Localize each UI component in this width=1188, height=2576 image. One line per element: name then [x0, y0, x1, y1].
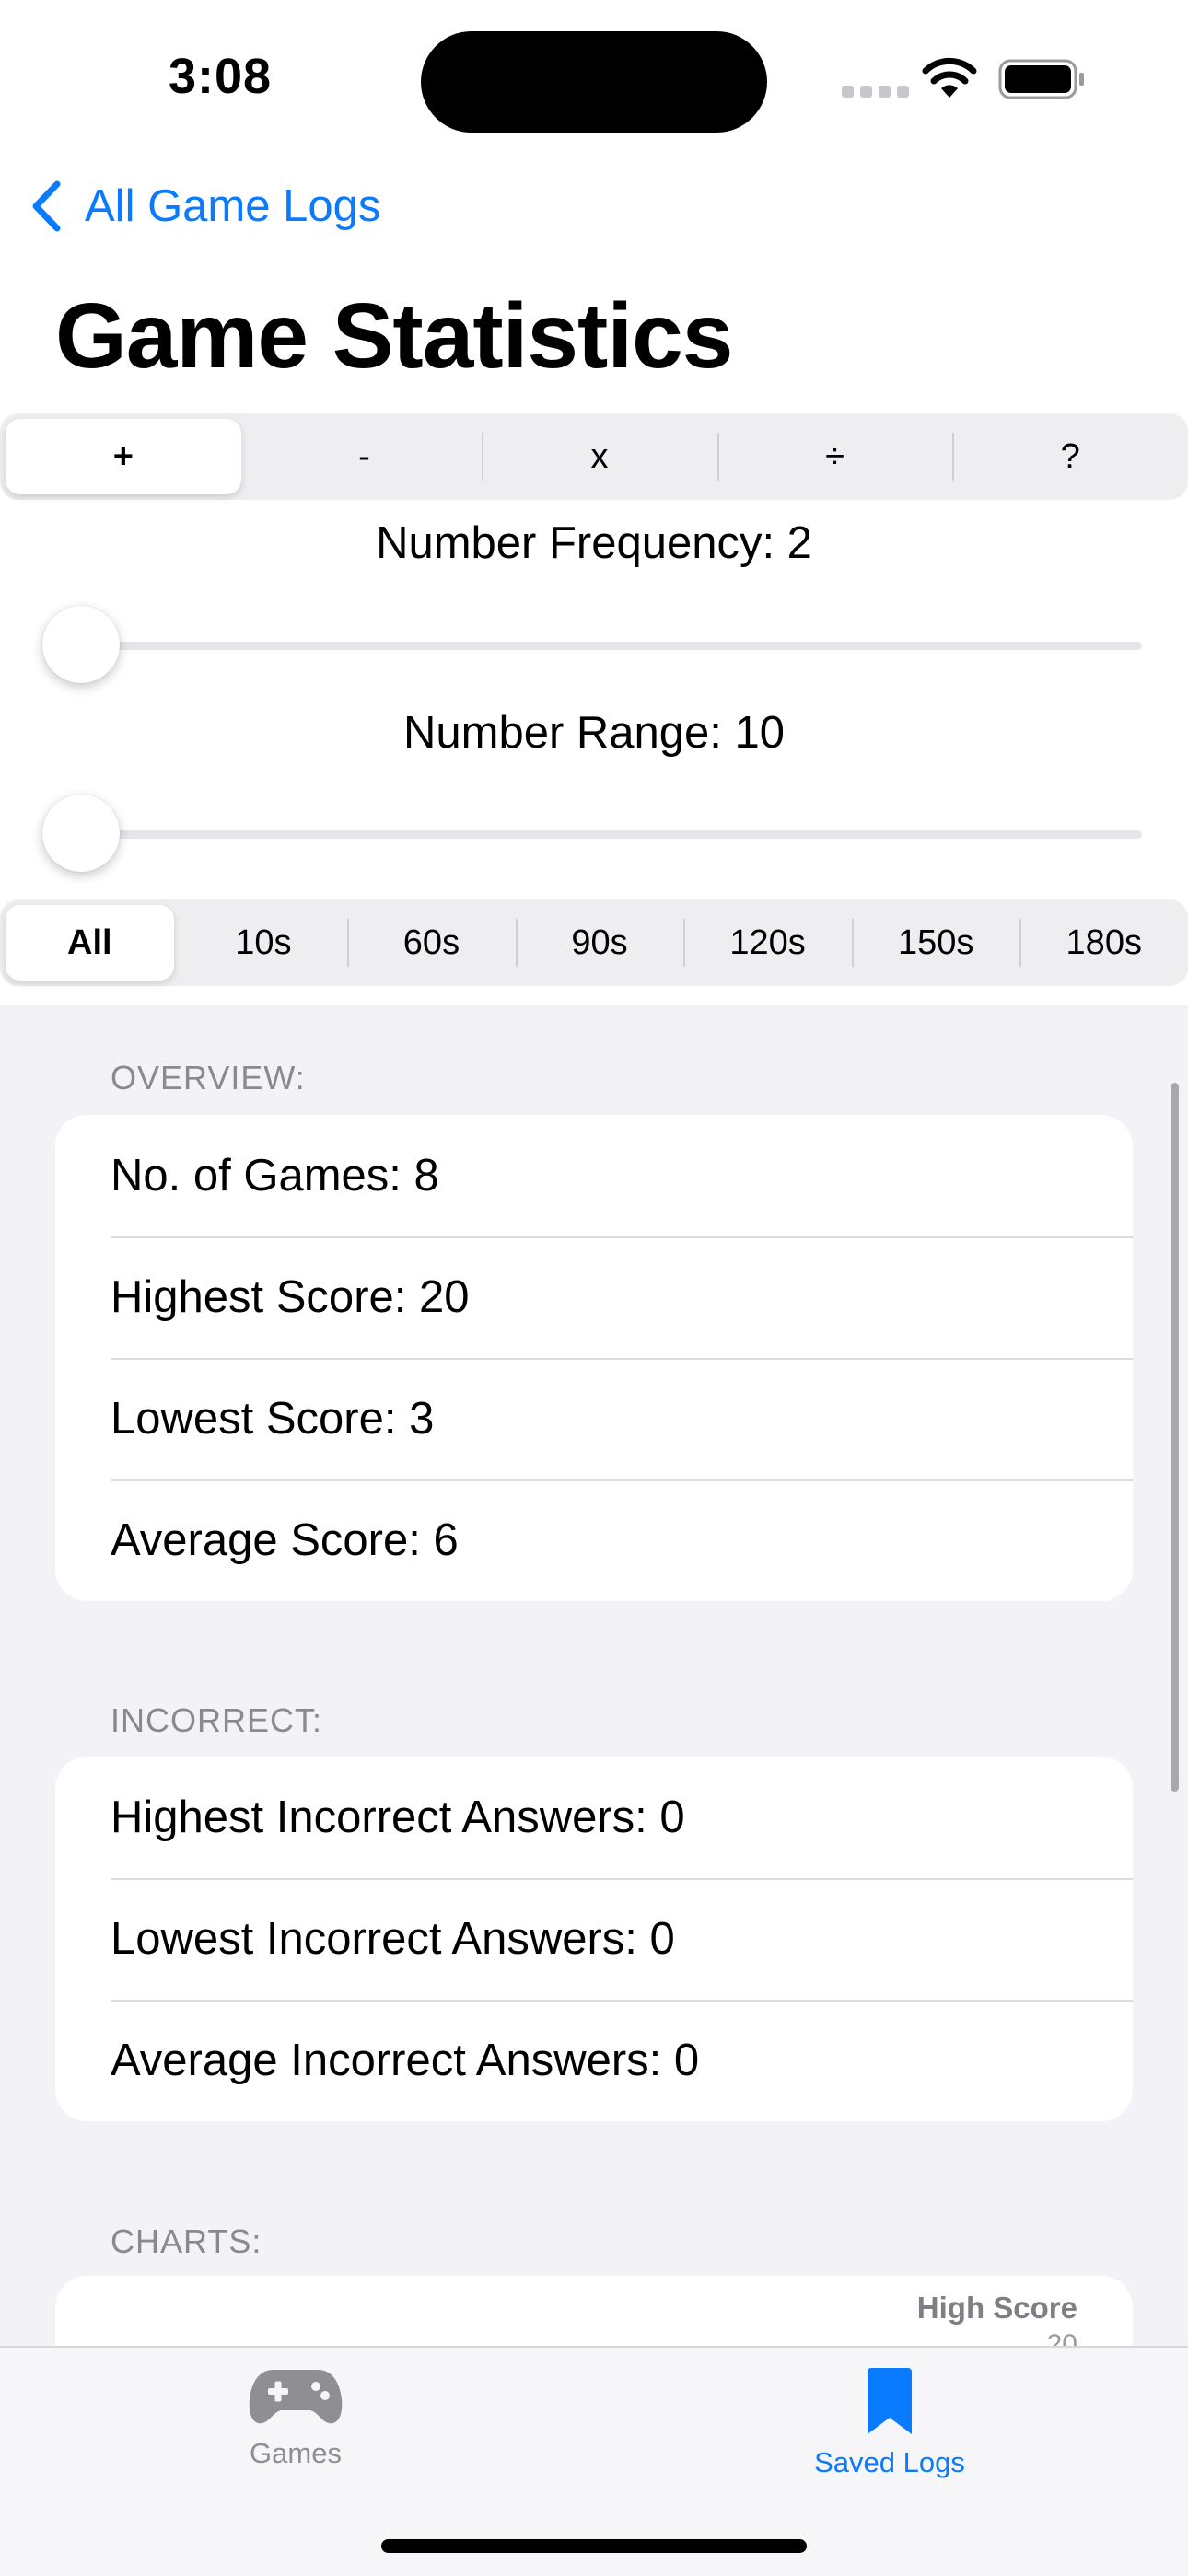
frequency-slider-thumb[interactable] [42, 606, 120, 683]
incorrect-header: INCORRECT: [111, 1701, 323, 1739]
scroll-indicator[interactable] [1171, 1083, 1179, 1792]
segment-random[interactable]: ? [952, 413, 1188, 500]
bookmark-icon [868, 2368, 912, 2434]
list-item: Lowest Incorrect Answers: 0 [55, 1878, 1133, 2000]
home-indicator[interactable] [381, 2539, 807, 2553]
segment-all[interactable]: All [6, 905, 174, 981]
battery-icon [998, 59, 1087, 104]
chevron-left-icon [32, 180, 61, 232]
segment-plus[interactable]: + [6, 419, 241, 494]
segment-180s[interactable]: 180s [1019, 899, 1188, 986]
wifi-icon [921, 57, 978, 104]
operation-segmented-control: + - x ÷ ? [0, 413, 1188, 500]
overview-card: No. of Games: 8 Highest Score: 20 Lowest… [55, 1115, 1133, 1601]
charts-header: CHARTS: [111, 2222, 262, 2260]
dynamic-island [421, 31, 767, 133]
list-item: No. of Games: 8 [111, 1151, 439, 1201]
incorrect-card: Highest Incorrect Answers: 0 Lowest Inco… [55, 1757, 1133, 2121]
range-slider-thumb[interactable] [42, 795, 120, 872]
segment-divide[interactable]: ÷ [716, 413, 953, 500]
range-label: Number Range: 10 [402, 708, 785, 758]
segment-minus[interactable]: - [247, 413, 483, 500]
segment-150s[interactable]: 150s [851, 899, 1020, 986]
segment-10s[interactable]: 10s [180, 899, 348, 986]
gamecontroller-icon [249, 2370, 343, 2424]
segment-60s[interactable]: 60s [347, 899, 516, 986]
segment-90s[interactable]: 90s [515, 899, 684, 986]
tab-games[interactable]: Games [157, 2366, 434, 2470]
cellular-signal-icon [842, 86, 915, 102]
tab-games-label: Games [250, 2437, 342, 2469]
chart-legend-label: High Score [916, 2291, 1077, 2325]
frequency-label: Number Frequency: 2 [376, 518, 812, 568]
segment-120s[interactable]: 120s [683, 899, 852, 986]
tab-saved-logs-label: Saved Logs [814, 2446, 965, 2478]
overview-header: OVERVIEW: [111, 1059, 306, 1097]
status-time: 3:08 [169, 49, 273, 104]
list-item: Average Incorrect Answers: 0 [55, 2000, 1133, 2121]
back-label: All Game Logs [85, 181, 381, 231]
page-title: Game Statistics [55, 284, 733, 388]
frequency-slider-track[interactable] [81, 642, 1142, 650]
duration-segmented-control: All 10s 60s 90s 120s 150s 180s [0, 899, 1188, 986]
list-item: Average Score: 6 [55, 1479, 1133, 1601]
tab-saved-logs[interactable]: Saved Logs [751, 2366, 1028, 2479]
list-item: Lowest Score: 3 [55, 1358, 1133, 1479]
list-item: Highest Incorrect Answers: 0 [111, 1793, 685, 1842]
back-button[interactable]: All Game Logs [31, 180, 380, 232]
segment-multiply[interactable]: x [482, 413, 717, 500]
list-item: Highest Score: 20 [55, 1236, 1133, 1358]
range-slider-track[interactable] [81, 830, 1142, 839]
